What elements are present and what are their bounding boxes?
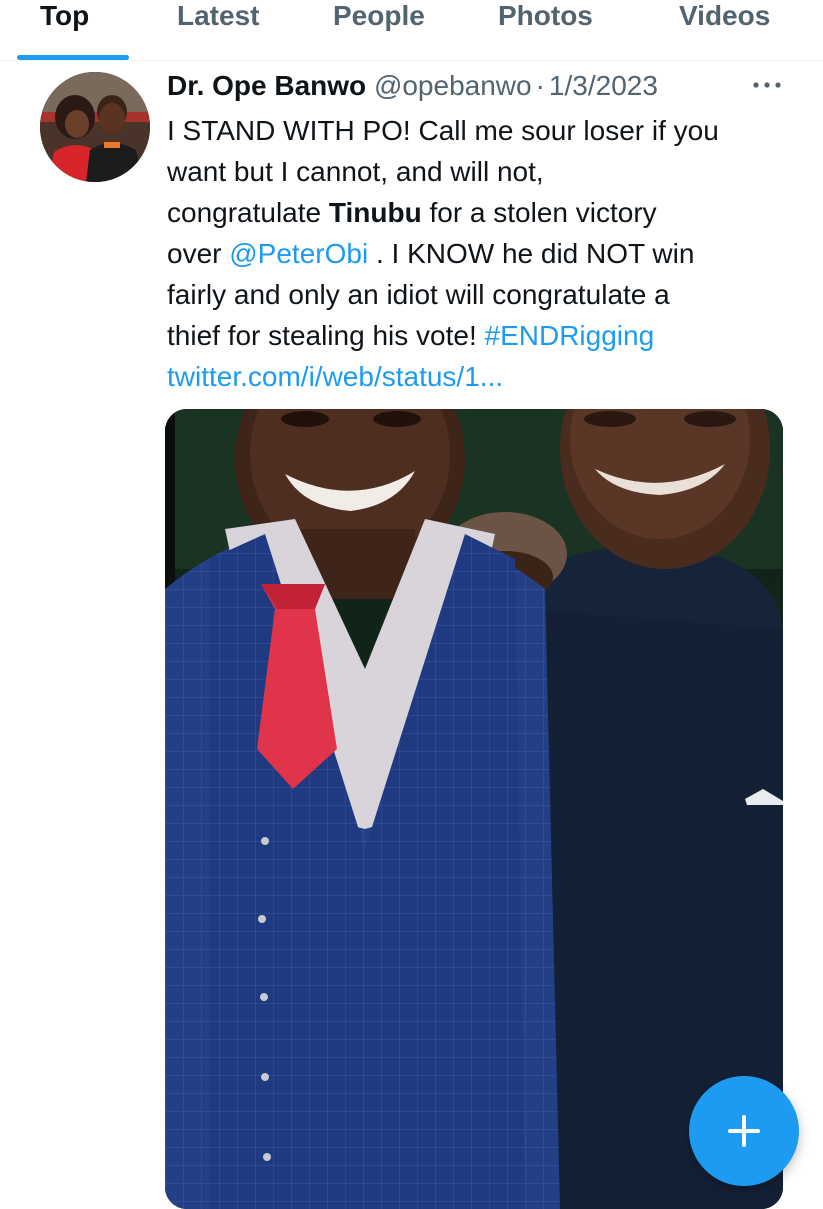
tab-people[interactable]: People bbox=[333, 0, 425, 34]
avatar[interactable] bbox=[40, 72, 150, 182]
tweet-text-segment: thief for stealing his vote! bbox=[167, 320, 485, 351]
active-tab-indicator bbox=[17, 55, 129, 60]
tweet-text-segment: congratulate bbox=[167, 197, 329, 228]
tweet-text-segment: for a stolen victory bbox=[421, 197, 657, 228]
tweet-text-line: fairly and only an idiot will congratula… bbox=[167, 279, 670, 310]
tweet-header: Dr. Ope Banwo @opebanwo · 1/3/2023 bbox=[167, 68, 658, 104]
tweet-text-line: over @PeterObi . I KNOW he did NOT win bbox=[167, 233, 787, 274]
avatar-photo bbox=[40, 72, 150, 182]
search-tabs: Top Latest People Photos Videos bbox=[0, 0, 823, 61]
mention-link[interactable]: @PeterObi bbox=[229, 238, 368, 269]
compose-tweet-button[interactable] bbox=[689, 1076, 799, 1186]
separator-dot: · bbox=[535, 70, 545, 101]
tab-videos[interactable]: Videos bbox=[679, 0, 770, 34]
highlighted-keyword: Tinubu bbox=[328, 197, 422, 228]
tab-latest[interactable]: Latest bbox=[177, 0, 259, 34]
tweet-text-line: congratulate Tinubu for a stolen victory bbox=[167, 192, 787, 233]
tweet-media-photo[interactable] bbox=[165, 409, 783, 1209]
tab-photos[interactable]: Photos bbox=[498, 0, 593, 34]
more-horizontal-icon[interactable] bbox=[752, 77, 782, 93]
tab-top[interactable]: Top bbox=[40, 0, 89, 34]
tweet-text: I STAND WITH PO! Call me sour loser if y… bbox=[167, 110, 787, 397]
tweet-text-segment: over bbox=[167, 238, 230, 269]
tweet-text-segment: . I KNOW he did NOT win bbox=[368, 238, 695, 269]
tweet-text-line: thief for stealing his vote! #ENDRigging bbox=[167, 315, 787, 356]
photo-image bbox=[165, 409, 783, 1209]
hashtag-link[interactable]: #ENDRigging bbox=[485, 320, 655, 351]
author-name[interactable]: Dr. Ope Banwo bbox=[167, 70, 366, 101]
tweet-text-line: I STAND WITH PO! Call me sour loser if y… bbox=[167, 115, 719, 146]
tweet-text-line: want but I cannot, and will not, bbox=[167, 156, 544, 187]
plus-icon bbox=[728, 1115, 760, 1147]
author-handle[interactable]: @opebanwo bbox=[374, 70, 532, 101]
status-link[interactable]: twitter.com/i/web/status/1... bbox=[167, 356, 787, 397]
tweet-date[interactable]: 1/3/2023 bbox=[549, 70, 658, 101]
